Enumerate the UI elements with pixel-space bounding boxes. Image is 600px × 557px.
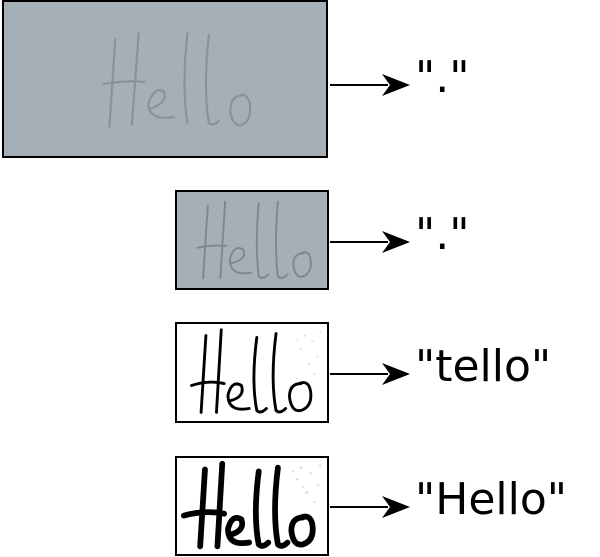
handwritten-hello-thin: [190, 328, 322, 414]
arrow-right-icon: [330, 363, 410, 385]
arrow-right-icon: [330, 74, 410, 96]
handwritten-hello-faint-small: [196, 200, 312, 280]
arrow-right-icon: [330, 231, 410, 253]
recognition-output-3: "tello": [415, 341, 552, 392]
input-image-binarized-thin: [175, 322, 329, 423]
recognition-output-4: "Hello": [415, 474, 568, 525]
arrow-right-icon: [330, 496, 410, 518]
input-image-original: [2, 0, 328, 158]
input-image-binarized-bold: [175, 456, 329, 556]
recognition-output-1: ".": [415, 52, 470, 103]
handwritten-hello-faint: [102, 32, 252, 128]
recognition-output-2: ".": [415, 209, 470, 260]
handwritten-hello-bold: [180, 460, 322, 550]
input-image-downscaled: [175, 190, 329, 290]
